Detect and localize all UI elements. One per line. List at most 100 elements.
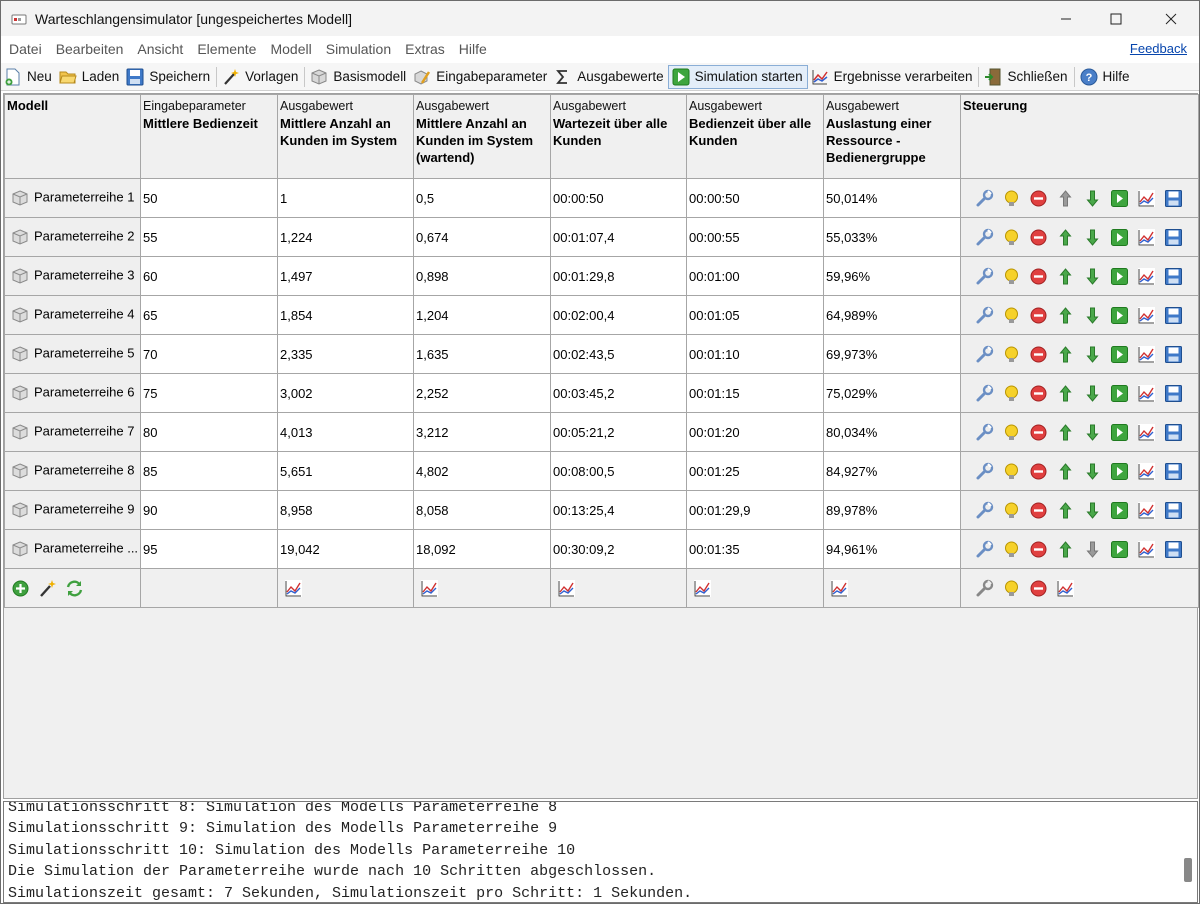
output-values-button[interactable]: Ausgabewerte xyxy=(551,65,667,89)
value-cell[interactable]: 4,013 xyxy=(277,412,414,452)
chart-icon[interactable] xyxy=(1137,189,1156,208)
remove-icon[interactable] xyxy=(1029,345,1048,364)
value-cell[interactable]: 00:13:25,4 xyxy=(550,490,687,530)
table-row[interactable]: Parameterreihe 9 90 8,958 8,058 00:13:25,4 00… xyxy=(4,490,1199,530)
wrench-icon[interactable] xyxy=(975,462,994,481)
lightbulb-icon[interactable] xyxy=(1002,228,1021,247)
model-cell[interactable]: Parameterreihe 6 xyxy=(4,373,141,413)
value-cell[interactable]: 90 xyxy=(140,490,278,530)
menu-hilfe[interactable]: Hilfe xyxy=(452,41,494,57)
save-icon[interactable] xyxy=(1164,384,1183,403)
model-cell[interactable]: Parameterreihe 4 xyxy=(4,295,141,335)
chart-icon[interactable] xyxy=(1137,306,1156,325)
remove-icon[interactable] xyxy=(1029,189,1048,208)
model-cell[interactable]: Parameterreihe 5 xyxy=(4,334,141,374)
remove-icon[interactable] xyxy=(1029,501,1048,520)
value-cell[interactable]: 1,635 xyxy=(413,334,551,374)
value-cell[interactable]: 1,497 xyxy=(277,256,414,296)
model-cell[interactable]: Parameterreihe 7 xyxy=(4,412,141,452)
value-cell[interactable]: 00:05:21,2 xyxy=(550,412,687,452)
chart-icon[interactable] xyxy=(1137,501,1156,520)
value-cell[interactable]: 00:01:07,4 xyxy=(550,217,687,257)
model-cell[interactable]: Parameterreihe 9 xyxy=(4,490,141,530)
value-cell[interactable]: 00:01:15 xyxy=(686,373,824,413)
remove-icon[interactable] xyxy=(1029,423,1048,442)
value-cell[interactable]: 4,802 xyxy=(413,451,551,491)
menu-extras[interactable]: Extras xyxy=(398,41,452,57)
value-cell[interactable]: 8,058 xyxy=(413,490,551,530)
move-down-icon[interactable] xyxy=(1083,306,1102,325)
value-cell[interactable]: 70 xyxy=(140,334,278,374)
column-chart-icon[interactable] xyxy=(557,579,576,598)
move-up-icon[interactable] xyxy=(1056,540,1075,559)
table-row[interactable]: Parameterreihe 1 50 1 0,5 00:00:50 00:00:50 50… xyxy=(4,178,1199,218)
save-icon[interactable] xyxy=(1164,306,1183,325)
value-cell[interactable]: 65 xyxy=(140,295,278,335)
move-up-icon[interactable] xyxy=(1056,384,1075,403)
move-down-icon[interactable] xyxy=(1083,267,1102,286)
remove-icon[interactable] xyxy=(1029,540,1048,559)
refresh-icon[interactable] xyxy=(65,579,84,598)
wrench-icon[interactable] xyxy=(975,384,994,403)
value-cell[interactable]: 59,96% xyxy=(823,256,961,296)
table-row[interactable]: Parameterreihe 3 60 1,497 0,898 00:01:29,8 00… xyxy=(4,256,1199,296)
process-results-button[interactable]: Ergebnisse verarbeiten xyxy=(808,65,977,89)
value-cell[interactable]: 85 xyxy=(140,451,278,491)
value-cell[interactable]: 89,978% xyxy=(823,490,961,530)
value-cell[interactable]: 80,034% xyxy=(823,412,961,452)
value-cell[interactable]: 0,5 xyxy=(413,178,551,218)
header-output-customers[interactable]: Ausgabewert Mittlere Anzahl an Kunden im … xyxy=(277,94,414,179)
value-cell[interactable]: 1,854 xyxy=(277,295,414,335)
lightbulb-icon[interactable] xyxy=(1002,462,1021,481)
value-cell[interactable]: 00:02:00,4 xyxy=(550,295,687,335)
save-icon[interactable] xyxy=(1164,345,1183,364)
column-chart-icon[interactable] xyxy=(284,579,303,598)
column-chart-icon[interactable] xyxy=(420,579,439,598)
value-cell[interactable]: 00:00:55 xyxy=(686,217,824,257)
chart-icon[interactable] xyxy=(1137,423,1156,442)
save-icon[interactable] xyxy=(1164,501,1183,520)
move-up-icon[interactable] xyxy=(1056,267,1075,286)
value-cell[interactable]: 00:02:43,5 xyxy=(550,334,687,374)
model-cell[interactable]: Parameterreihe 8 xyxy=(4,451,141,491)
lightbulb-icon[interactable] xyxy=(1002,384,1021,403)
model-cell[interactable]: Parameterreihe 3 xyxy=(4,256,141,296)
table-row[interactable]: Parameterreihe 8 85 5,651 4,802 00:08:00,5 00… xyxy=(4,451,1199,491)
value-cell[interactable]: 94,961% xyxy=(823,529,961,569)
header-output-service-time[interactable]: Ausgabewert Bedienzeit über alle Kunden xyxy=(686,94,824,179)
save-button[interactable]: Speichern xyxy=(123,65,214,89)
wrench-icon[interactable] xyxy=(975,267,994,286)
table-row[interactable]: Parameterreihe 2 55 1,224 0,674 00:01:07,4 00… xyxy=(4,217,1199,257)
play-icon[interactable] xyxy=(1110,189,1129,208)
value-cell[interactable]: 55,033% xyxy=(823,217,961,257)
value-cell[interactable]: 50 xyxy=(140,178,278,218)
new-button[interactable]: Neu xyxy=(1,65,56,89)
chart-icon[interactable] xyxy=(1137,462,1156,481)
value-cell[interactable]: 5,651 xyxy=(277,451,414,491)
value-cell[interactable]: 00:01:10 xyxy=(686,334,824,374)
column-chart-icon[interactable] xyxy=(830,579,849,598)
save-icon[interactable] xyxy=(1164,423,1183,442)
move-down-icon[interactable] xyxy=(1083,228,1102,247)
value-cell[interactable]: 00:08:00,5 xyxy=(550,451,687,491)
chart-icon[interactable] xyxy=(1137,540,1156,559)
lightbulb-icon[interactable] xyxy=(1002,579,1021,598)
value-cell[interactable]: 3,002 xyxy=(277,373,414,413)
value-cell[interactable]: 19,042 xyxy=(277,529,414,569)
value-cell[interactable]: 00:01:35 xyxy=(686,529,824,569)
value-cell[interactable]: 00:01:00 xyxy=(686,256,824,296)
header-model[interactable]: Modell xyxy=(4,94,141,179)
value-cell[interactable]: 64,989% xyxy=(823,295,961,335)
table-row[interactable]: Parameterreihe 5 70 2,335 1,635 00:02:43,5 00… xyxy=(4,334,1199,374)
value-cell[interactable]: 00:03:45,2 xyxy=(550,373,687,413)
menu-bearbeiten[interactable]: Bearbeiten xyxy=(49,41,131,57)
value-cell[interactable]: 18,092 xyxy=(413,529,551,569)
wrench-icon[interactable] xyxy=(975,345,994,364)
value-cell[interactable]: 60 xyxy=(140,256,278,296)
value-cell[interactable]: 55 xyxy=(140,217,278,257)
value-cell[interactable]: 0,674 xyxy=(413,217,551,257)
value-cell[interactable]: 0,898 xyxy=(413,256,551,296)
move-down-icon[interactable] xyxy=(1083,462,1102,481)
menu-datei[interactable]: Datei xyxy=(1,41,49,57)
magic-wand-icon[interactable] xyxy=(38,579,57,598)
